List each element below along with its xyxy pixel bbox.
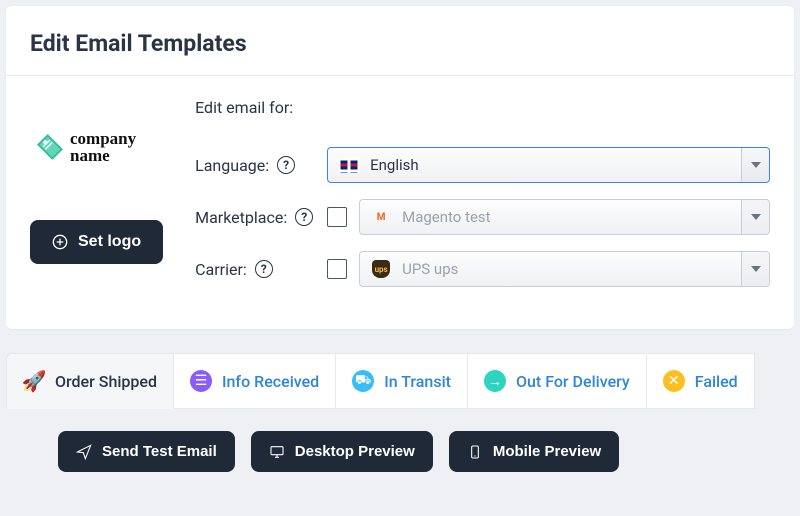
language-selected: English: [370, 156, 419, 174]
send-test-email-button[interactable]: Send Test Email: [58, 431, 235, 472]
company-logo-placeholder: company name: [36, 130, 136, 164]
send-icon: [76, 444, 92, 460]
tab-label: Order Shipped: [55, 372, 157, 391]
tab-label: Out For Delivery: [516, 372, 630, 391]
upload-icon: [52, 234, 68, 250]
company-name-line2: name: [70, 147, 136, 164]
tabs-section: 🚀 Order Shipped ☰ Info Received ⛟ In Tra…: [0, 349, 800, 472]
marketplace-select[interactable]: M Magento test: [359, 199, 770, 235]
page-title: Edit Email Templates: [30, 30, 770, 57]
clipboard-icon: ☰: [190, 370, 212, 392]
tab-label: Failed: [695, 372, 738, 391]
carrier-label: Carrier: ?: [195, 260, 315, 279]
logo-column: company name Set logo: [30, 98, 163, 264]
tab-out-for-delivery[interactable]: → Out For Delivery: [468, 353, 647, 409]
desktop-preview-button[interactable]: Desktop Preview: [251, 431, 433, 472]
edit-email-templates-card: Edit Email Templates company name Set lo…: [6, 6, 794, 329]
language-help-icon[interactable]: ?: [277, 156, 295, 174]
rocket-icon: 🚀: [23, 370, 45, 392]
language-select[interactable]: English: [327, 147, 770, 183]
desktop-preview-label: Desktop Preview: [295, 443, 415, 460]
desktop-icon: [269, 444, 285, 460]
edit-email-for-label: Edit email for:: [195, 98, 770, 117]
carrier-selected: UPS ups: [402, 260, 458, 278]
chevron-down-icon: [741, 148, 769, 182]
carrier-help-icon[interactable]: ?: [255, 260, 273, 278]
carrier-select[interactable]: ups UPS ups: [359, 251, 770, 287]
tab-info-received[interactable]: ☰ Info Received: [174, 353, 336, 409]
truck-icon: ⛟: [352, 370, 374, 392]
chevron-down-icon: [741, 252, 769, 286]
card-header: Edit Email Templates: [6, 6, 794, 76]
language-row: Language: ? English: [195, 147, 770, 183]
marketplace-checkbox[interactable]: [327, 207, 347, 227]
chevron-down-icon: [741, 200, 769, 234]
status-tabs: 🚀 Order Shipped ☰ Info Received ⛟ In Tra…: [6, 353, 800, 409]
marketplace-selected: Magento test: [402, 208, 490, 226]
send-test-label: Send Test Email: [102, 443, 217, 460]
mobile-preview-label: Mobile Preview: [493, 443, 601, 460]
delivery-icon: →: [484, 370, 506, 392]
company-name-line1: company: [70, 130, 136, 147]
card-body: company name Set logo Edit email for: La…: [6, 76, 794, 329]
mobile-preview-button[interactable]: Mobile Preview: [449, 431, 619, 472]
tab-order-shipped[interactable]: 🚀 Order Shipped: [6, 353, 174, 409]
form-column: Edit email for: Language: ? English Mark…: [195, 98, 770, 303]
set-logo-button[interactable]: Set logo: [30, 220, 163, 264]
ups-icon: ups: [370, 262, 392, 277]
mobile-icon: [467, 444, 483, 460]
tab-label: In Transit: [384, 372, 451, 391]
tab-failed[interactable]: ✕ Failed: [647, 353, 755, 409]
company-name-text: company name: [70, 130, 136, 164]
tag-icon: [36, 133, 64, 161]
language-label: Language: ?: [195, 156, 315, 175]
carrier-row: Carrier: ? ups UPS ups: [195, 251, 770, 287]
tab-label: Info Received: [222, 372, 319, 391]
action-buttons-row: Send Test Email Desktop Preview Mobile P…: [6, 431, 800, 472]
magento-icon: M: [370, 210, 392, 225]
uk-flag-icon: [338, 158, 360, 173]
tab-in-transit[interactable]: ⛟ In Transit: [336, 353, 468, 409]
marketplace-help-icon[interactable]: ?: [295, 208, 313, 226]
marketplace-row: Marketplace: ? M Magento test: [195, 199, 770, 235]
set-logo-label: Set logo: [78, 233, 141, 251]
carrier-checkbox[interactable]: [327, 259, 347, 279]
marketplace-label: Marketplace: ?: [195, 208, 315, 227]
failed-icon: ✕: [663, 370, 685, 392]
